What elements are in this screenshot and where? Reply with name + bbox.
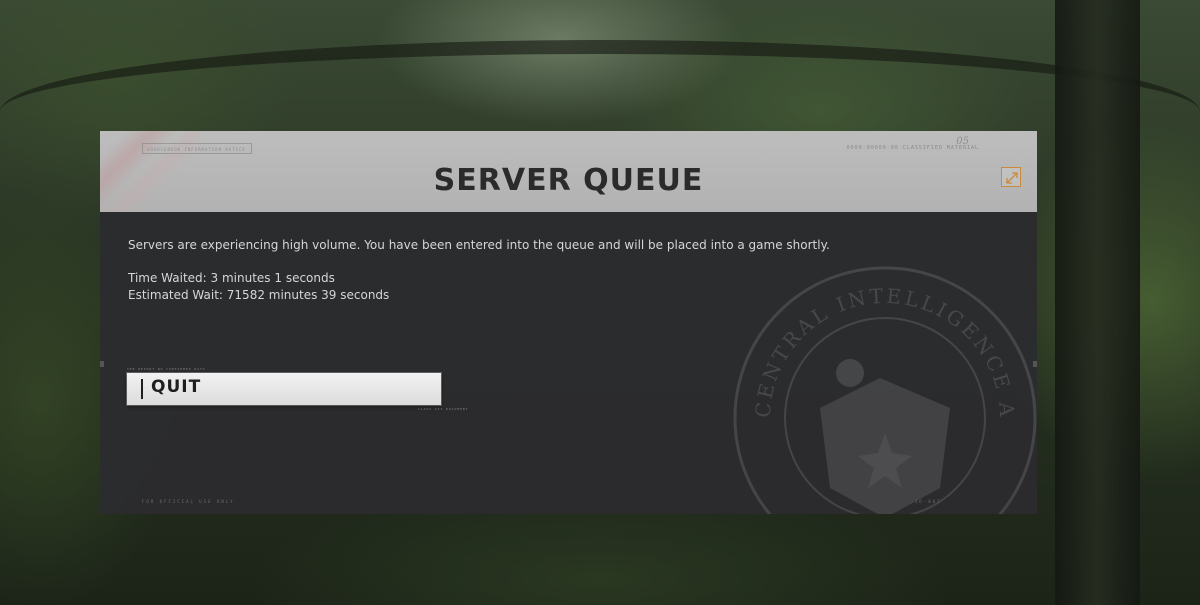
header-tag: SOURCEBOOK INFORMATION NOTICE bbox=[142, 143, 252, 154]
dialog-header: SOURCEBOOK INFORMATION NOTICE 05 0000-00… bbox=[100, 131, 1037, 212]
queue-message: Servers are experiencing high volume. Yo… bbox=[128, 237, 830, 304]
footer-left-text: FOR OFFICIAL USE ONLY bbox=[142, 499, 235, 504]
server-queue-dialog: SOURCEBOOK INFORMATION NOTICE 05 0000-00… bbox=[100, 131, 1037, 514]
quit-button[interactable]: QUIT bbox=[127, 373, 441, 405]
header-ref: 0000-00000-00 CLASSIFIED MATERIAL bbox=[846, 145, 979, 151]
quit-button-indicator bbox=[141, 379, 143, 399]
expand-icon[interactable] bbox=[1001, 167, 1021, 187]
footer-right-text: ID-007 bbox=[915, 499, 942, 504]
background-tree-trunk bbox=[1055, 0, 1140, 605]
right-edge-tick bbox=[1033, 361, 1037, 367]
quit-button-label: QUIT bbox=[151, 377, 202, 397]
estimated-wait: Estimated Wait: 71582 minutes 39 seconds bbox=[128, 288, 390, 302]
left-edge-tick bbox=[100, 361, 104, 367]
quit-meta-top: SEE REPORT NO CONFIRMED DATA bbox=[127, 367, 206, 371]
dialog-title: SERVER QUEUE bbox=[433, 163, 704, 198]
time-waited: Time Waited: 3 minutes 1 seconds bbox=[128, 271, 335, 285]
quit-meta-bottom: CLASS III DOCUMENT bbox=[418, 407, 469, 411]
queue-status-message: Servers are experiencing high volume. Yo… bbox=[128, 238, 830, 252]
